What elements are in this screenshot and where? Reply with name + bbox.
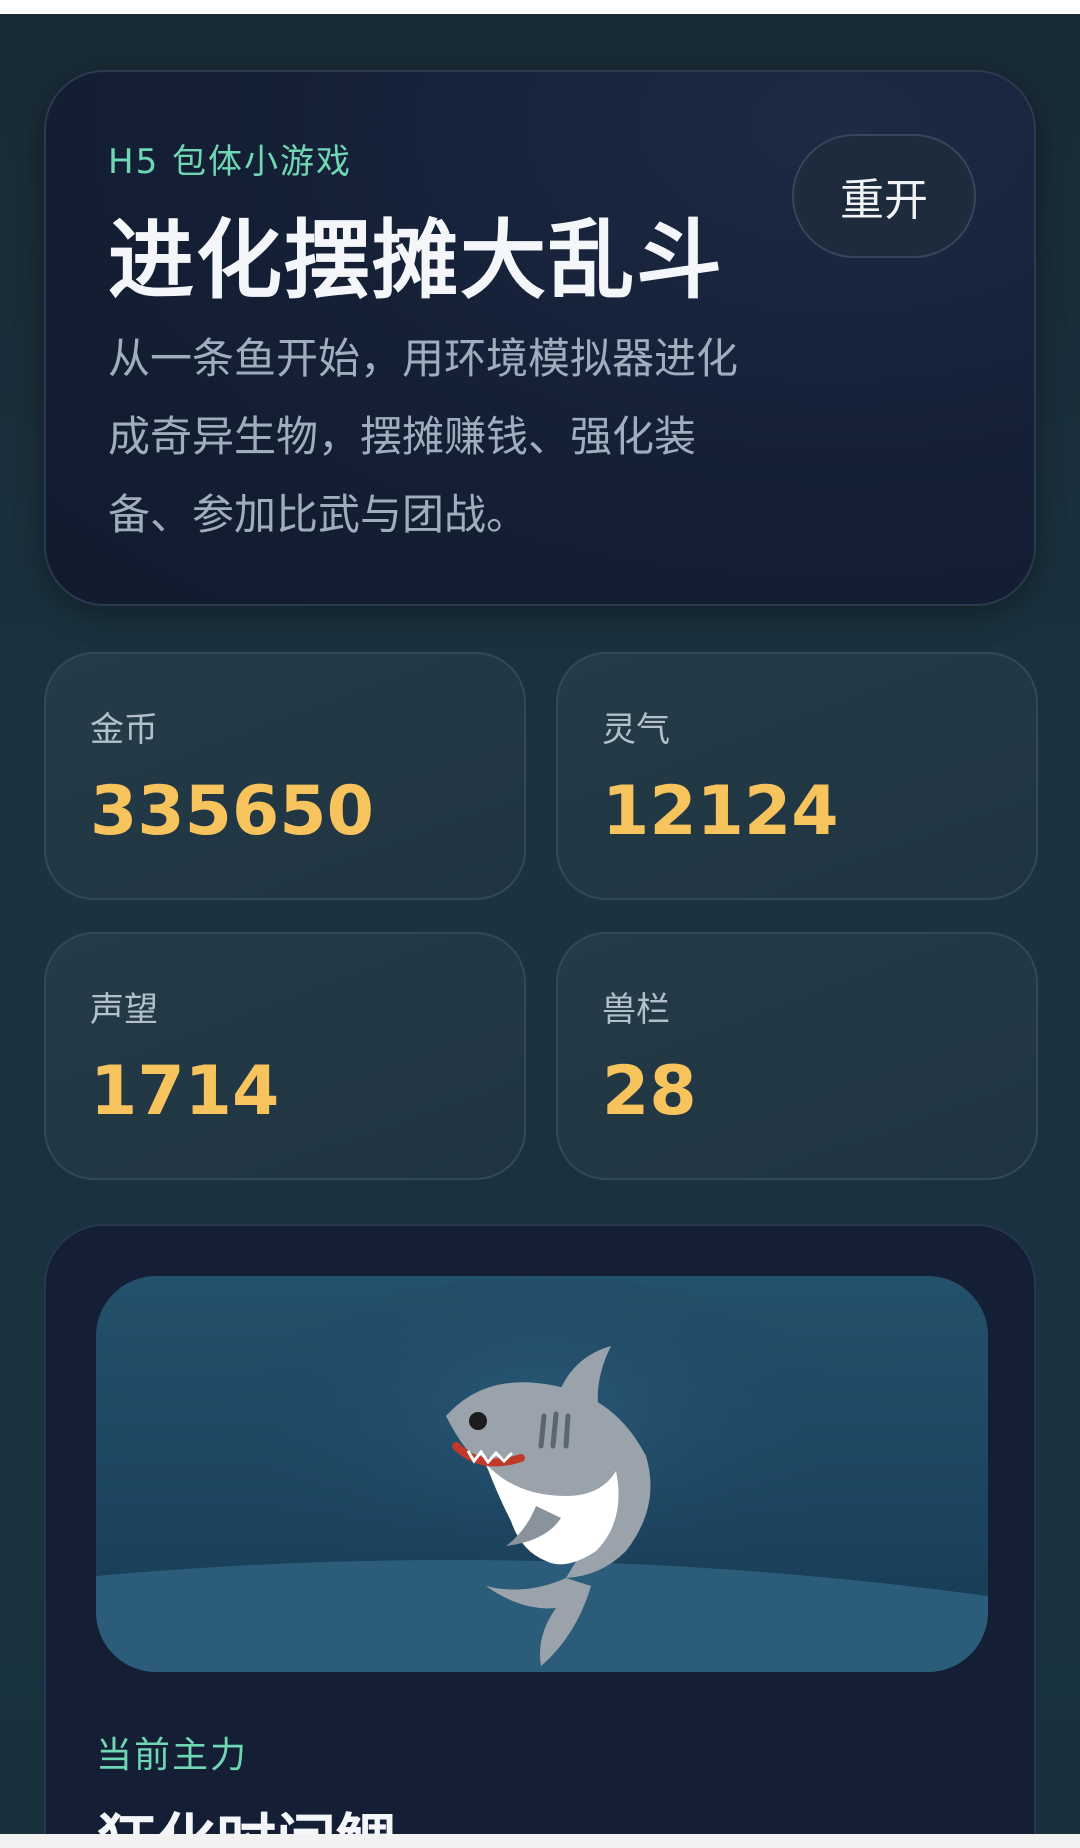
stat-card-reputation: 声望 1714 xyxy=(44,932,526,1180)
page-title: 进化摆摊大乱斗 xyxy=(108,211,724,311)
hero-card: H5 包体小游戏 进化摆摊大乱斗 从一条鱼开始，用环境模拟器进化成奇异生物，摆摊… xyxy=(44,70,1036,606)
shark-icon xyxy=(96,1276,988,1672)
creature-scene[interactable] xyxy=(96,1276,988,1672)
stat-label: 声望 xyxy=(90,990,158,1030)
stat-value: 12124 xyxy=(602,772,839,851)
stat-value: 28 xyxy=(602,1052,697,1131)
hero-kicker: H5 包体小游戏 xyxy=(108,142,353,182)
stat-card-aura: 灵气 12124 xyxy=(556,652,1038,900)
app-page: H5 包体小游戏 进化摆摊大乱斗 从一条鱼开始，用环境模拟器进化成奇异生物，摆摊… xyxy=(0,0,1080,1848)
stat-label: 兽栏 xyxy=(602,990,670,1030)
current-label: 当前主力 xyxy=(96,1735,249,1776)
stat-value: 335650 xyxy=(90,772,374,851)
bottom-bar xyxy=(0,1834,1080,1848)
creature-panel: 当前主力 狂化时间鲷 xyxy=(44,1224,1036,1848)
stat-card-pen: 兽栏 28 xyxy=(556,932,1038,1180)
hero-description: 从一条鱼开始，用环境模拟器进化成奇异生物，摆摊赚钱、强化装备、参加比武与团战。 xyxy=(108,334,739,539)
restart-button[interactable]: 重开 xyxy=(792,134,976,258)
status-bar xyxy=(0,0,1080,14)
stat-label: 金币 xyxy=(90,710,158,750)
stat-card-gold: 金币 335650 xyxy=(44,652,526,900)
stat-label: 灵气 xyxy=(602,710,670,750)
stat-value: 1714 xyxy=(90,1052,280,1131)
